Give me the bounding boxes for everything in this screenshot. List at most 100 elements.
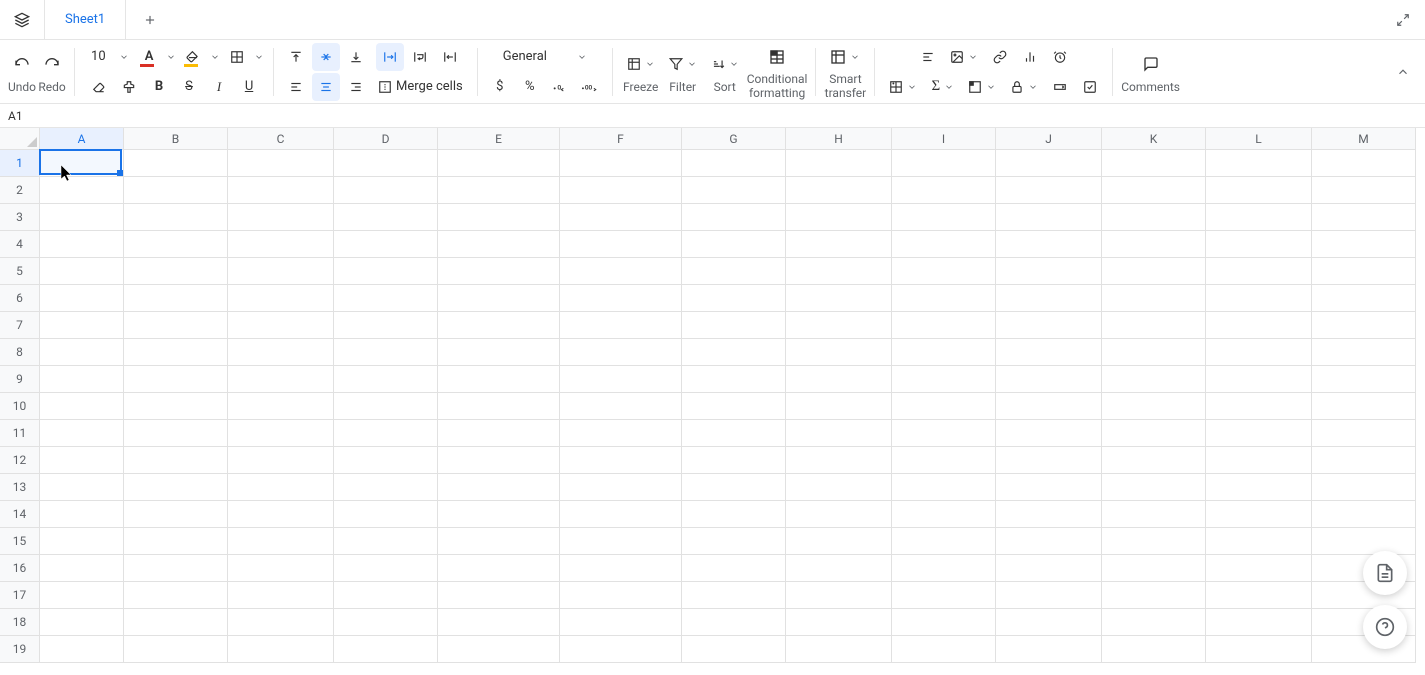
cell[interactable]: [1312, 285, 1416, 312]
cell[interactable]: [682, 231, 786, 258]
row-header[interactable]: 15: [0, 528, 40, 555]
cell[interactable]: [996, 393, 1102, 420]
cell[interactable]: [996, 204, 1102, 231]
cell[interactable]: [228, 231, 334, 258]
cell[interactable]: [786, 312, 892, 339]
cell[interactable]: [228, 204, 334, 231]
cell[interactable]: [560, 528, 682, 555]
cell[interactable]: [438, 231, 560, 258]
cell[interactable]: [996, 447, 1102, 474]
cell[interactable]: [892, 150, 996, 177]
cell[interactable]: [892, 312, 996, 339]
row-header[interactable]: 2: [0, 177, 40, 204]
align-right-button[interactable]: [342, 73, 370, 101]
cell[interactable]: [560, 366, 682, 393]
cell[interactable]: [40, 366, 124, 393]
cell[interactable]: [560, 339, 682, 366]
row-header[interactable]: 16: [0, 555, 40, 582]
cell[interactable]: [996, 366, 1102, 393]
strikethrough-button[interactable]: S: [175, 73, 203, 101]
cell[interactable]: [1102, 582, 1206, 609]
cell[interactable]: [1102, 366, 1206, 393]
text-color-button[interactable]: A: [135, 43, 163, 71]
cell[interactable]: [438, 636, 560, 663]
cell[interactable]: [560, 312, 682, 339]
cell[interactable]: [124, 420, 228, 447]
cell[interactable]: [682, 258, 786, 285]
cell[interactable]: [1312, 150, 1416, 177]
cell[interactable]: [124, 339, 228, 366]
cell[interactable]: [786, 177, 892, 204]
cell[interactable]: [438, 447, 560, 474]
cell[interactable]: [892, 609, 996, 636]
row-header[interactable]: 6: [0, 285, 40, 312]
cell[interactable]: [786, 366, 892, 393]
reminder-button[interactable]: [1046, 43, 1074, 71]
cell[interactable]: [1102, 636, 1206, 663]
font-size-select[interactable]: 10: [83, 43, 133, 71]
cell[interactable]: [124, 447, 228, 474]
cell[interactable]: [1102, 177, 1206, 204]
cell[interactable]: [334, 582, 438, 609]
undo-button[interactable]: [8, 50, 36, 78]
row-header[interactable]: 10: [0, 393, 40, 420]
cell[interactable]: [228, 582, 334, 609]
cell[interactable]: [228, 555, 334, 582]
cell[interactable]: [682, 636, 786, 663]
cell[interactable]: [228, 528, 334, 555]
cell[interactable]: [1206, 420, 1312, 447]
cell[interactable]: [438, 366, 560, 393]
cell[interactable]: [892, 285, 996, 312]
cell[interactable]: [124, 177, 228, 204]
cell[interactable]: [560, 447, 682, 474]
cell[interactable]: [334, 420, 438, 447]
name-box[interactable]: A1: [8, 109, 23, 123]
cell[interactable]: [334, 285, 438, 312]
cell[interactable]: [1206, 366, 1312, 393]
cell[interactable]: [124, 258, 228, 285]
cell[interactable]: [228, 420, 334, 447]
cell[interactable]: [786, 258, 892, 285]
column-header[interactable]: G: [682, 128, 786, 150]
cell[interactable]: [1102, 447, 1206, 474]
cell[interactable]: [996, 312, 1102, 339]
cell[interactable]: [1206, 312, 1312, 339]
cell[interactable]: [40, 609, 124, 636]
cell[interactable]: [1206, 582, 1312, 609]
cell[interactable]: [1206, 204, 1312, 231]
cell[interactable]: [124, 231, 228, 258]
cell[interactable]: [682, 447, 786, 474]
cell[interactable]: [1102, 474, 1206, 501]
cell[interactable]: [124, 528, 228, 555]
cell[interactable]: [124, 501, 228, 528]
cell[interactable]: [40, 312, 124, 339]
cell[interactable]: [1312, 231, 1416, 258]
cell[interactable]: [124, 555, 228, 582]
cell[interactable]: [334, 474, 438, 501]
cell[interactable]: [892, 501, 996, 528]
cell-insert-button[interactable]: [883, 73, 923, 101]
cell[interactable]: [892, 582, 996, 609]
cell[interactable]: [1206, 528, 1312, 555]
cell[interactable]: [124, 474, 228, 501]
cell[interactable]: [1102, 501, 1206, 528]
fullscreen-button[interactable]: [1389, 6, 1417, 34]
sheet-tab[interactable]: Sheet1: [44, 0, 126, 40]
redo-button[interactable]: [38, 50, 66, 78]
cell[interactable]: [334, 339, 438, 366]
clear-format-button[interactable]: [85, 73, 113, 101]
currency-button[interactable]: $: [486, 73, 514, 101]
cell[interactable]: [892, 528, 996, 555]
cell[interactable]: [560, 231, 682, 258]
row-header[interactable]: 7: [0, 312, 40, 339]
cell[interactable]: [560, 555, 682, 582]
cell[interactable]: [228, 285, 334, 312]
cell[interactable]: [1102, 312, 1206, 339]
column-header[interactable]: C: [228, 128, 334, 150]
cell[interactable]: [682, 582, 786, 609]
cell[interactable]: [228, 258, 334, 285]
cell[interactable]: [786, 636, 892, 663]
cell[interactable]: [892, 420, 996, 447]
row-header[interactable]: 14: [0, 501, 40, 528]
cell[interactable]: [892, 636, 996, 663]
